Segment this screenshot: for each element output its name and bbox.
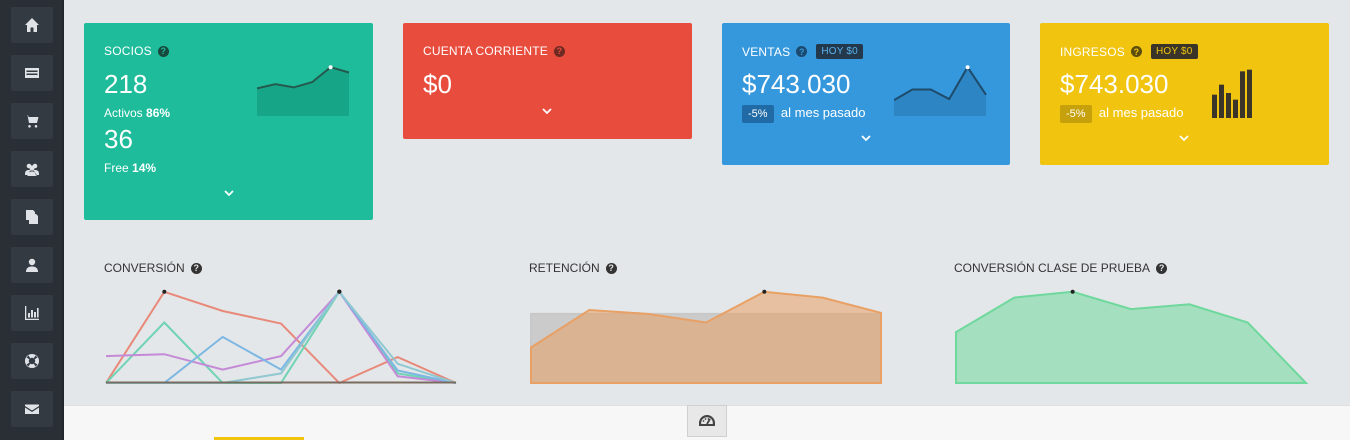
ingresos-bar: [1212, 94, 1217, 118]
sidebar: [0, 0, 64, 440]
ingresos-comparison: -5% al mes pasado: [1060, 105, 1183, 123]
conversion-prueba-chart-title: CONVERSIÓN CLASE DE PRUEBA ?: [954, 261, 1168, 275]
peak-marker: [762, 289, 767, 294]
ingresos-pct-badge: -5%: [1060, 105, 1092, 123]
cuenta-expand-chevron-icon[interactable]: [541, 103, 553, 115]
socios-free-count: 36: [104, 124, 133, 154]
user-icon: [26, 258, 38, 272]
ventas-pct-badge: -5%: [742, 105, 774, 123]
sidebar-item-documents[interactable]: [11, 199, 53, 235]
sidebar-item-reports[interactable]: [11, 295, 53, 331]
ventas-expand-chevron-icon[interactable]: [860, 130, 872, 142]
socios-title-text: SOCIOS: [104, 44, 152, 58]
gauge-icon: [699, 415, 715, 426]
ingresos-bar: [1219, 84, 1224, 118]
lifebuoy-icon: [25, 354, 39, 368]
socios-expand-chevron-icon[interactable]: [223, 185, 235, 197]
cuenta-card-title: CUENTA CORRIENTE ?: [423, 44, 565, 58]
peak-marker: [1070, 289, 1075, 294]
conversion-chart: [105, 289, 457, 385]
ingresos-value: $743.030: [1060, 69, 1169, 99]
bar-chart-icon: [25, 306, 39, 320]
ingresos-bar: [1247, 69, 1252, 118]
home-icon: [25, 18, 39, 32]
peak-marker: [162, 289, 167, 294]
ventas-card-title: VENTAS ? HOY $0: [742, 44, 863, 59]
series-1: [530, 290, 882, 384]
conversion-chart-title: CONVERSIÓN ?: [104, 261, 202, 275]
help-icon[interactable]: ?: [796, 46, 808, 57]
conversion-title-text: CONVERSIÓN: [104, 261, 185, 275]
ingresos-pct-label: al mes pasado: [1098, 105, 1184, 120]
help-icon[interactable]: ?: [554, 45, 565, 57]
activos-pct: 86%: [146, 106, 171, 120]
ventas-sparkline: [894, 65, 987, 116]
users-icon: [25, 163, 39, 176]
series-0: [955, 290, 1309, 384]
ingresos-bar: [1233, 99, 1238, 118]
sidebar-item-list[interactable]: [11, 55, 53, 91]
socios-card[interactable]: SOCIOS ? 218 Activos 86% 36 Free 14%: [84, 23, 373, 220]
series-3: [106, 290, 457, 384]
ingresos-title-text: INGRESOS: [1060, 44, 1125, 59]
dashboard-toggle-button[interactable]: [687, 405, 727, 437]
ingresos-bar: [1226, 93, 1231, 118]
ingresos-hoy-badge: HOY $0: [1150, 44, 1198, 59]
ventas-title-text: VENTAS: [742, 44, 791, 59]
socios-total: 218: [104, 69, 148, 99]
ingresos-card[interactable]: INGRESOS ? HOY $0 $743.030 -5% al mes pa…: [1040, 23, 1329, 165]
documents-icon: [26, 210, 38, 224]
socios-sparkline: [257, 65, 350, 116]
free-label: Free: [104, 161, 129, 175]
sidebar-item-users[interactable]: [11, 151, 53, 187]
socios-card-title: SOCIOS ?: [104, 44, 169, 58]
activos-label: Activos: [104, 106, 143, 120]
retencion-chart: [530, 289, 882, 384]
envelope-icon: [25, 404, 39, 414]
ingresos-card-title: INGRESOS ? HOY $0: [1060, 44, 1198, 59]
cuenta-corriente-card[interactable]: CUENTA CORRIENTE ? $0: [403, 23, 692, 139]
retencion-chart-title: RETENCIÓN ?: [529, 261, 617, 275]
ventas-card[interactable]: VENTAS ? HOY $0 $743.030 -5% al mes pasa…: [722, 23, 1010, 165]
sidebar-item-cart[interactable]: [11, 103, 53, 139]
cuenta-value: $0: [423, 69, 452, 99]
ventas-comparison: -5% al mes pasado: [742, 105, 865, 123]
ventas-value: $743.030: [742, 69, 851, 99]
peak-marker: [337, 289, 342, 294]
ventas-pct-label: al mes pasado: [780, 105, 866, 120]
help-icon[interactable]: ?: [1130, 46, 1142, 57]
cuenta-title-text: CUENTA CORRIENTE: [423, 44, 548, 58]
sidebar-item-home[interactable]: [11, 7, 53, 43]
socios-free: Free 14%: [104, 161, 156, 175]
help-icon[interactable]: ?: [157, 45, 169, 57]
conversion-prueba-chart: [955, 289, 1309, 384]
conversion-prueba-title-text: CONVERSIÓN CLASE DE PRUEBA: [954, 261, 1151, 275]
help-icon[interactable]: ?: [190, 262, 202, 274]
socios-activos: Activos 86%: [104, 106, 170, 120]
ventas-hoy-badge: HOY $0: [816, 44, 863, 59]
sidebar-item-profile[interactable]: [11, 247, 53, 283]
free-pct: 14%: [132, 161, 157, 175]
cart-icon: [25, 115, 39, 128]
ingresos-expand-chevron-icon[interactable]: [1178, 130, 1190, 142]
sidebar-item-support[interactable]: [11, 343, 53, 379]
retencion-title-text: RETENCIÓN: [529, 261, 600, 275]
sidebar-item-messages[interactable]: [11, 391, 53, 427]
help-icon[interactable]: ?: [605, 262, 617, 274]
ingresos-bar: [1240, 71, 1245, 118]
help-icon[interactable]: ?: [1156, 262, 1168, 274]
list-icon: [25, 68, 39, 78]
ingresos-bar-sparkline: [1212, 69, 1252, 118]
